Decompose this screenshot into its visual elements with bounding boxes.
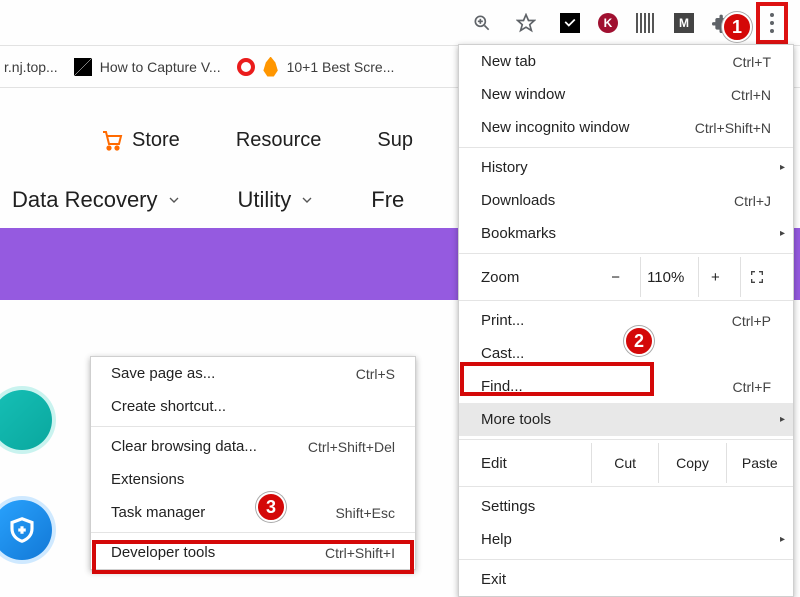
star-icon[interactable] — [516, 13, 536, 33]
annotation-box-3 — [92, 540, 414, 574]
menu-new-incognito[interactable]: New incognito windowCtrl+Shift+N — [459, 111, 793, 144]
edit-cut[interactable]: Cut — [591, 443, 658, 483]
submenu-extensions[interactable]: Extensions — [91, 463, 415, 496]
annotation-marker-1: 1 — [722, 12, 752, 42]
bookmark-item[interactable]: 10+1 Best Scre... — [237, 57, 395, 77]
nav-support-truncated[interactable]: Sup — [377, 129, 413, 152]
more-tools-submenu: Save page as...Ctrl+S Create shortcut...… — [90, 356, 416, 570]
site-nav-row-1: Store Resource Sup — [0, 110, 413, 170]
favicon-icon — [237, 58, 255, 76]
zoom-label: Zoom — [481, 269, 591, 286]
menu-help[interactable]: Help — [459, 523, 793, 556]
fullscreen-button[interactable] — [740, 257, 773, 297]
zoom-in-button[interactable]: + — [698, 257, 731, 297]
menu-zoom-row: Zoom − 110% + — [459, 257, 793, 297]
submenu-save-page[interactable]: Save page as...Ctrl+S — [91, 357, 415, 390]
menu-downloads[interactable]: DownloadsCtrl+J — [459, 184, 793, 217]
menu-history[interactable]: History — [459, 151, 793, 184]
bookmark-label: How to Capture V... — [100, 59, 221, 75]
chevron-down-icon — [299, 192, 315, 208]
menu-bookmarks[interactable]: Bookmarks — [459, 217, 793, 250]
site-nav-row-2: Data Recovery Utility Fre — [0, 170, 404, 230]
kebab-menu-button[interactable] — [756, 2, 788, 44]
edit-label: Edit — [481, 455, 591, 472]
menu-settings[interactable]: Settings — [459, 490, 793, 523]
extension-icon-4[interactable]: M — [674, 13, 694, 33]
nav-resource[interactable]: Resource — [236, 129, 322, 152]
bookmark-item[interactable]: r.nj.top... — [4, 59, 58, 75]
cart-icon — [100, 128, 124, 152]
zoom-value: 110% — [640, 257, 690, 297]
favicon-icon — [74, 58, 92, 76]
nav-store[interactable]: Store — [100, 128, 180, 152]
extension-icon-1[interactable] — [560, 13, 580, 33]
chrome-main-menu: New tabCtrl+T New windowCtrl+N New incog… — [458, 44, 794, 597]
extension-icon-3[interactable] — [636, 13, 656, 33]
bookmark-label: r.nj.top... — [4, 59, 58, 75]
edit-copy[interactable]: Copy — [658, 443, 725, 483]
extensions-area: K M — [560, 13, 732, 33]
menu-new-tab[interactable]: New tabCtrl+T — [459, 45, 793, 78]
fullscreen-icon — [749, 269, 765, 285]
menu-new-window[interactable]: New windowCtrl+N — [459, 78, 793, 111]
nav-free-truncated[interactable]: Fre — [371, 187, 404, 213]
extension-icon-2[interactable]: K — [598, 13, 618, 33]
zoom-out-button[interactable]: − — [599, 257, 632, 297]
browser-toolbar: K M — [0, 0, 800, 46]
nav-data-recovery[interactable]: Data Recovery — [12, 187, 182, 213]
bookmark-label: 10+1 Best Scre... — [287, 59, 395, 75]
bookmark-item[interactable]: How to Capture V... — [74, 58, 221, 76]
app-badge-blue — [0, 500, 52, 560]
submenu-create-shortcut[interactable]: Create shortcut... — [91, 390, 415, 423]
nav-utility[interactable]: Utility — [238, 187, 316, 213]
plus-shield-icon — [7, 515, 37, 545]
submenu-clear-data[interactable]: Clear browsing data...Ctrl+Shift+Del — [91, 430, 415, 463]
annotation-marker-2: 2 — [624, 326, 654, 356]
menu-edit-row: Edit Cut Copy Paste — [459, 443, 793, 483]
zoom-icon[interactable] — [472, 13, 492, 33]
favicon-icon — [263, 57, 279, 77]
menu-more-tools[interactable]: More tools — [459, 403, 793, 436]
annotation-marker-3: 3 — [256, 492, 286, 522]
chevron-down-icon — [166, 192, 182, 208]
annotation-box-2 — [460, 362, 654, 396]
menu-exit[interactable]: Exit — [459, 563, 793, 596]
app-badge-teal — [0, 390, 52, 450]
submenu-task-manager[interactable]: Task managerShift+Esc — [91, 496, 415, 529]
edit-paste[interactable]: Paste — [726, 443, 793, 483]
